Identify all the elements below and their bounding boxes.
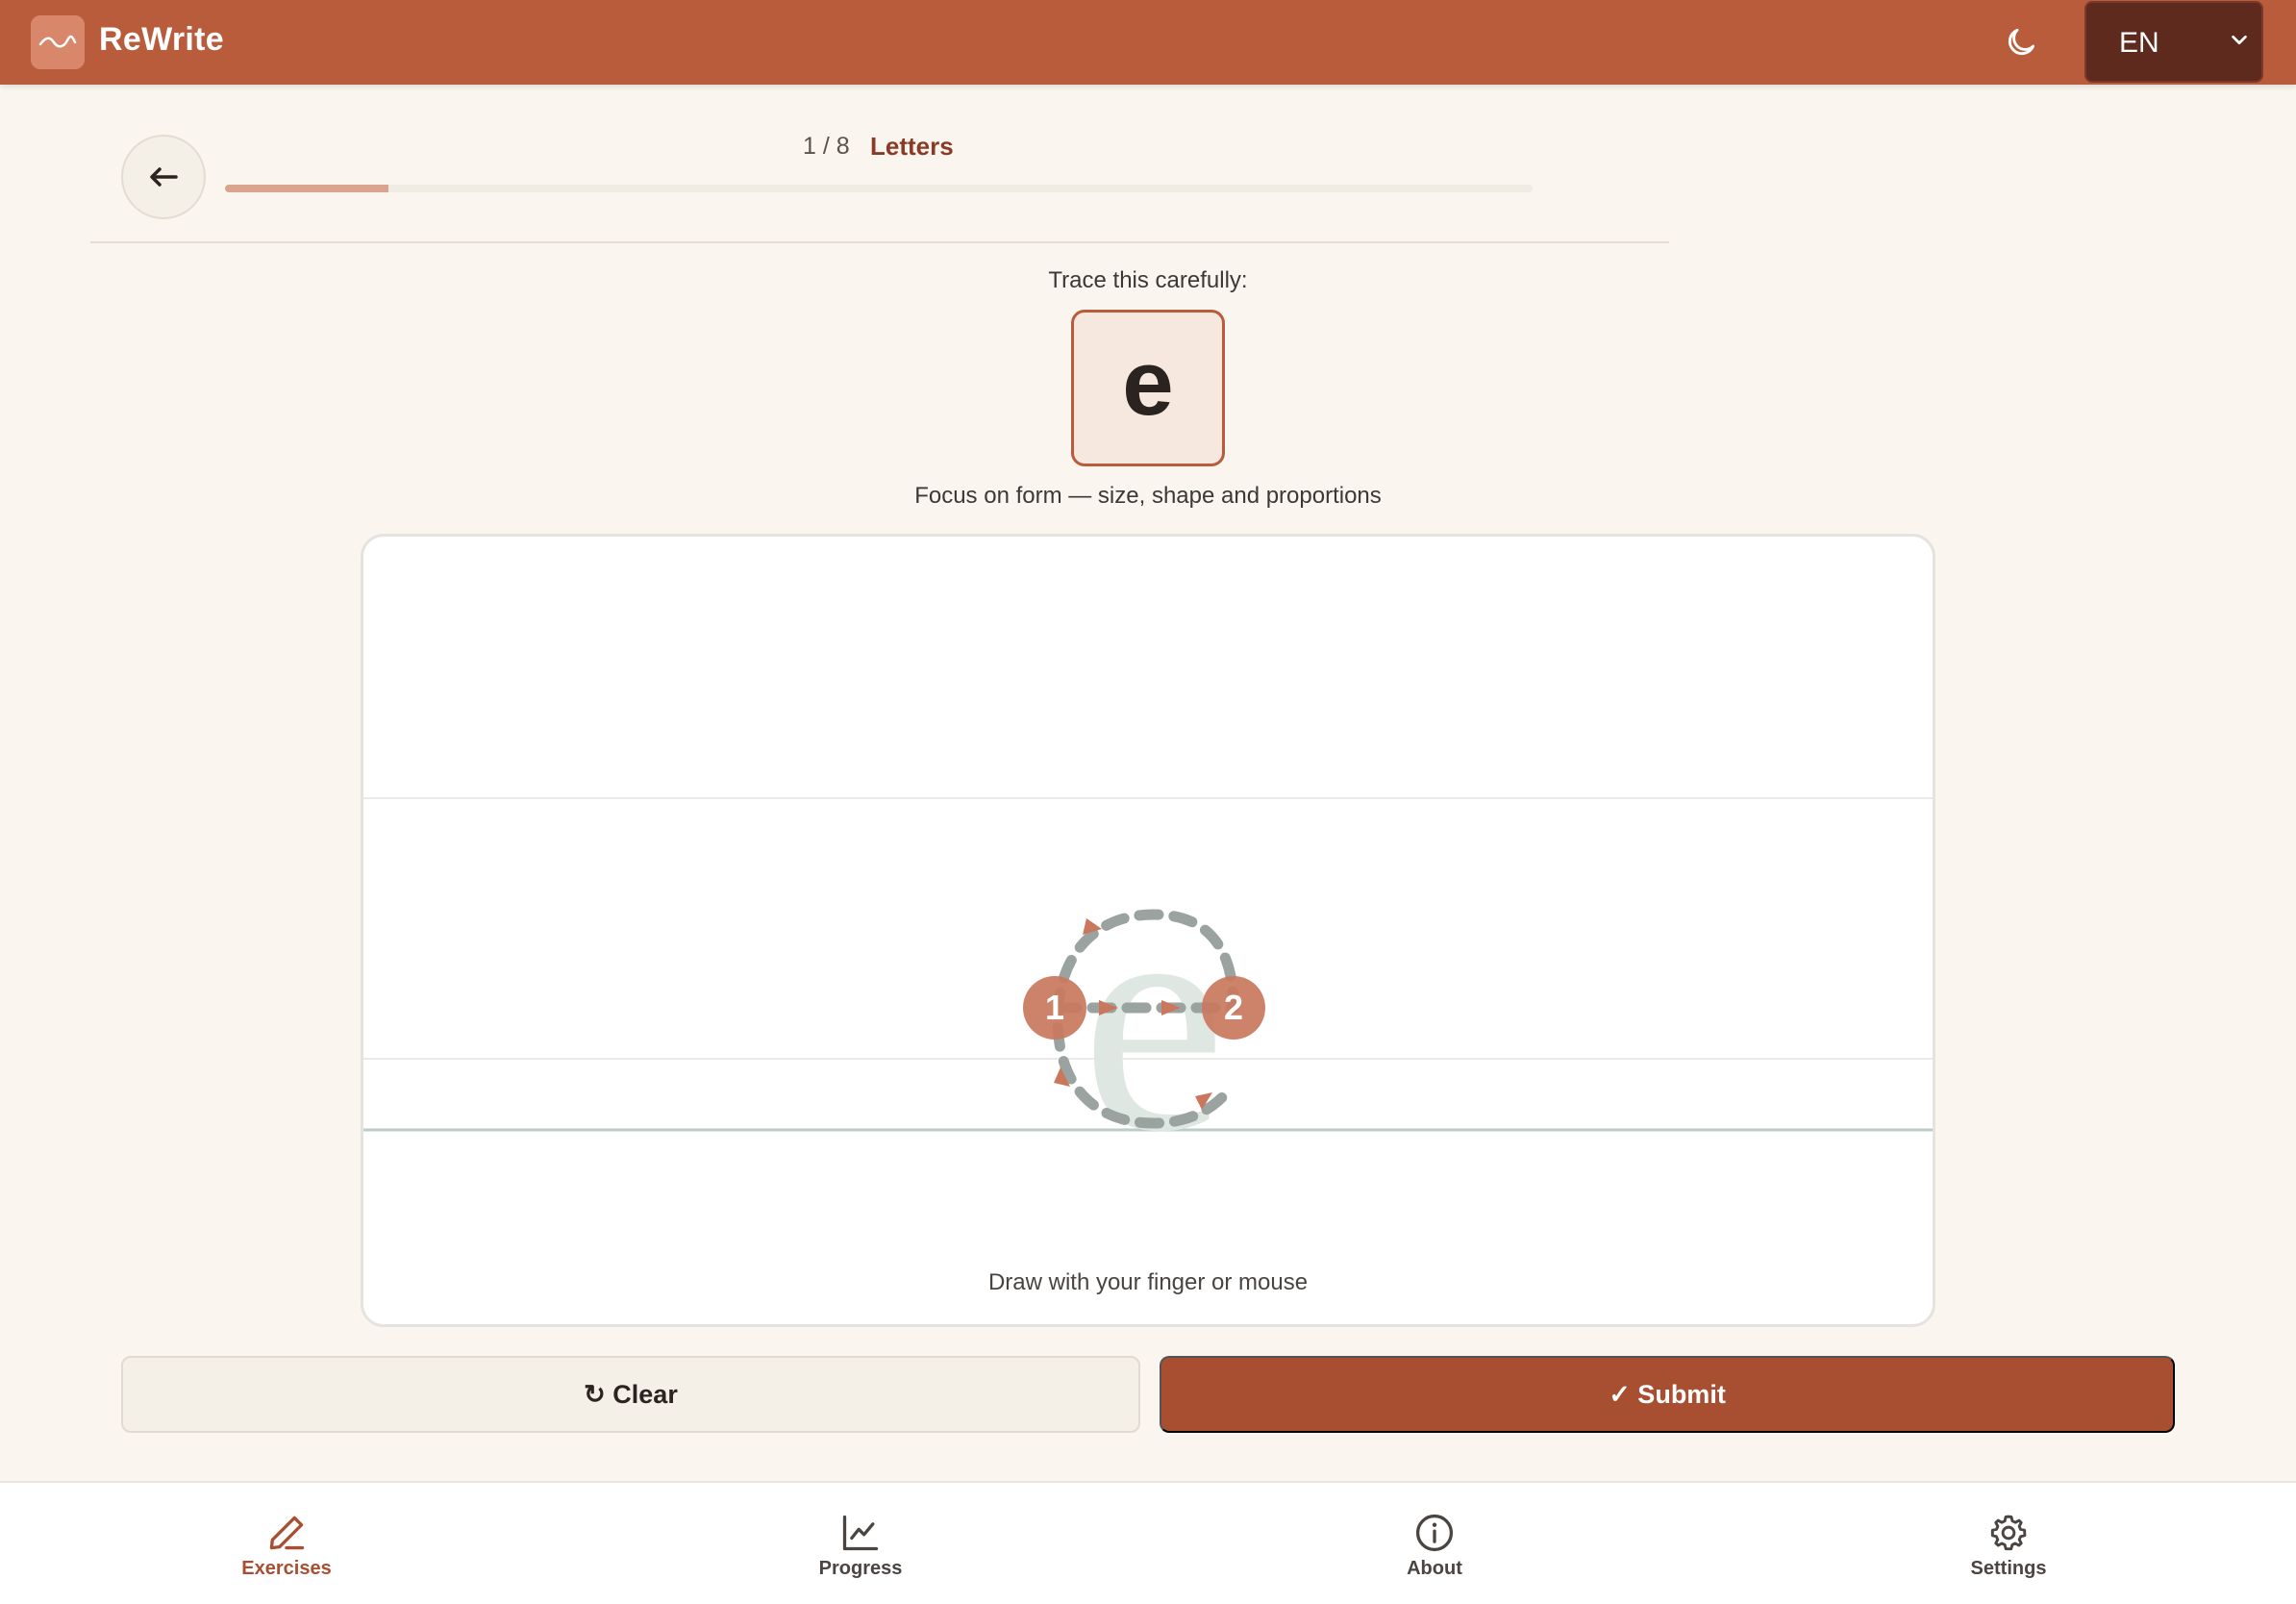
- language-value: EN: [2119, 27, 2159, 59]
- app-header: ReWrite EN: [0, 0, 2296, 85]
- submit-button[interactable]: ✓ Submit: [1160, 1356, 2175, 1433]
- exercise-category: Letters: [870, 132, 954, 161]
- wave-logo-icon: [31, 15, 85, 69]
- nav-label: Settings: [1970, 1558, 2047, 1579]
- drawing-canvas[interactable]: e 1 2 Draw with your finger or mouse: [361, 534, 1935, 1327]
- arrow-left-icon: [150, 167, 178, 187]
- stroke-number-2: 2: [1224, 988, 1243, 1027]
- back-button[interactable]: [121, 135, 206, 219]
- chevron-down-icon: [2232, 35, 2247, 45]
- gear-icon: [1990, 1515, 2027, 1551]
- exercise-counter: 1 / 8: [803, 133, 850, 160]
- nav-label: Exercises: [241, 1558, 332, 1579]
- theme-toggle-button[interactable]: [2002, 23, 2040, 62]
- nav-item-settings[interactable]: Settings: [1912, 1512, 2105, 1580]
- moon-icon: [2008, 28, 2035, 56]
- stroke-number-1: 1: [1045, 988, 1064, 1027]
- pencil-icon: [269, 1516, 305, 1550]
- nav-item-progress[interactable]: Progress: [764, 1512, 957, 1580]
- app-title: ReWrite: [99, 21, 224, 58]
- target-letter-card: e: [1071, 310, 1225, 466]
- canvas-hint: Draw with your finger or mouse: [987, 1269, 1309, 1295]
- divider: [90, 241, 1669, 243]
- focus-hint: Focus on form — size, shape and proporti…: [914, 483, 1382, 509]
- exercise-progress-bar: [225, 185, 1533, 192]
- exercise-progress-fill: [225, 185, 388, 192]
- nav-label: Progress: [818, 1558, 903, 1579]
- trace-prompt: Trace this carefully:: [1048, 267, 1248, 293]
- bottom-navigation: Exercises Progress About Settings: [0, 1481, 2296, 1604]
- nav-item-about[interactable]: About: [1338, 1512, 1531, 1580]
- clear-button[interactable]: ↻ Clear: [121, 1356, 1140, 1433]
- chart-icon: [842, 1515, 879, 1551]
- language-select[interactable]: EN: [2084, 1, 2263, 83]
- nav-label: About: [1407, 1558, 1462, 1579]
- nav-item-exercises[interactable]: Exercises: [190, 1512, 383, 1580]
- tracing-guide: e 1 2: [363, 797, 1933, 1199]
- info-icon: [1415, 1514, 1454, 1552]
